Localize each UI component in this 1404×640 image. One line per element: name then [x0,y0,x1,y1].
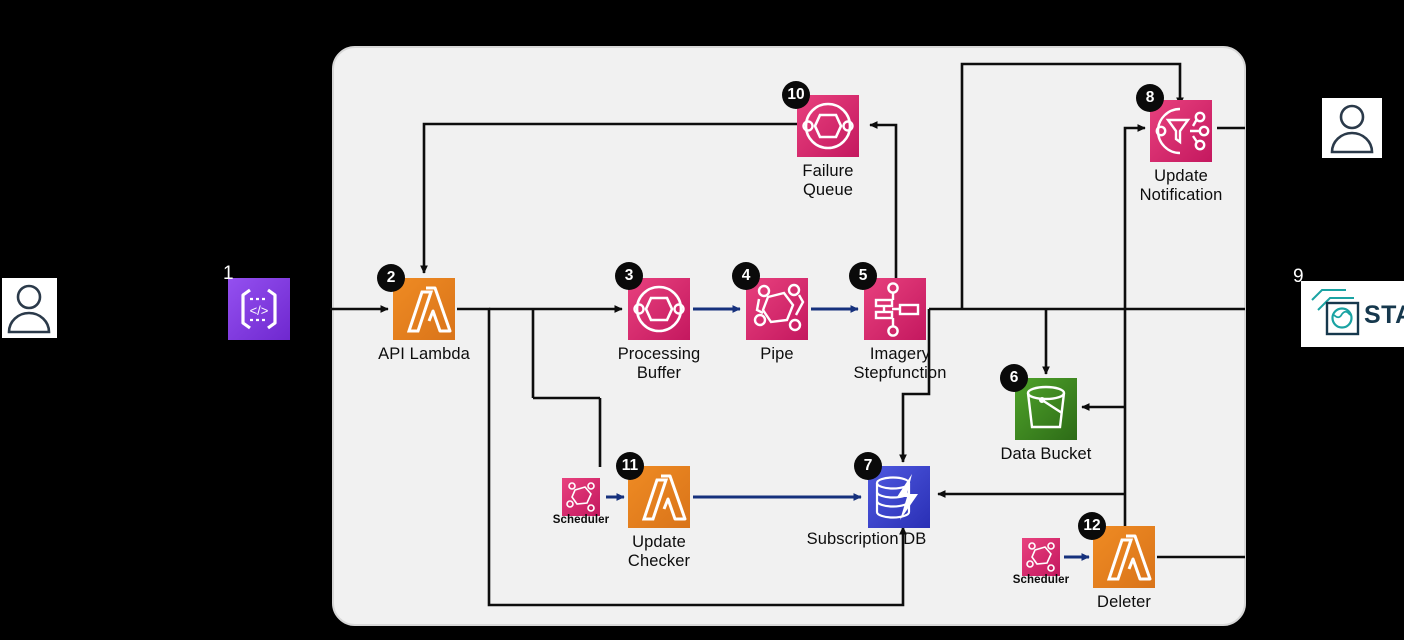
badge-number-11: 11 [616,452,644,480]
actor-user-left[interactable] [2,278,57,338]
node-pipe[interactable] [746,278,808,340]
svg-text:</>: </> [250,303,269,318]
scheduler-deleter-icon[interactable] [1022,538,1060,576]
label-failure-queue: Failure Queue [802,162,854,199]
badge-number-4: 4 [732,262,760,290]
badge-number-8: 8 [1136,84,1164,112]
badge-number-1: 1 [223,263,234,284]
label-update-notification: Update Notification [1139,167,1223,204]
badge-number-9: 9 [1293,266,1304,287]
badge-number-10: 10 [782,81,810,109]
node-imagery-stepfunction[interactable] [864,278,926,340]
badge-number-6: 6 [1000,364,1028,392]
node-processing-buffer[interactable] [628,278,690,340]
label-deleter: Deleter [1097,593,1151,611]
architecture-diagram: </> 1 9 2 3 4 5 6 7 8 10 11 12 API Lambd… [0,0,1404,640]
badge-number-5: 5 [849,262,877,290]
label-data-bucket: Data Bucket [1000,445,1092,463]
actor-user-right[interactable] [1322,98,1382,158]
node-api-lambda[interactable] [393,278,455,340]
label-api-lambda: API Lambda [378,345,470,363]
badge-number-2: 2 [377,264,405,292]
label-stac: STAC [1364,301,1404,329]
label-imagery-stepfunction: Imagery Stepfunction [853,345,947,382]
label-scheduler-update-checker: Scheduler [552,514,610,526]
label-scheduler-deleter: Scheduler [1012,574,1070,586]
badge-number-7: 7 [854,452,882,480]
badge-number-12: 12 [1078,512,1106,540]
label-subscription-db: Subscription DB [806,530,927,548]
node-api-gateway[interactable]: </> [228,278,290,340]
node-update-notification[interactable] [1150,100,1212,162]
scheduler-update-checker-icon[interactable] [562,478,600,516]
badge-number-3: 3 [615,262,643,290]
label-update-checker: Update Checker [627,533,691,570]
